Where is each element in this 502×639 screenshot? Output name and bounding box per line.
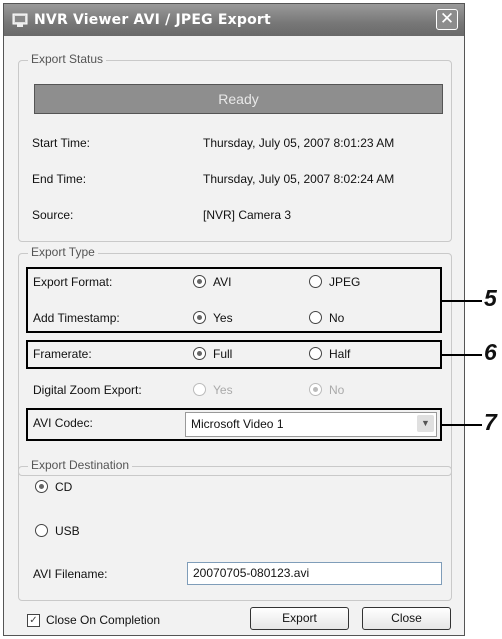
export-type-legend: Export Type — [28, 245, 98, 259]
export-format-label: Export Format: — [33, 275, 113, 289]
callout-line-5 — [440, 300, 482, 302]
end-time-label: End Time: — [32, 172, 87, 186]
avi-filename-label: AVI Filename: — [33, 567, 108, 581]
framerate-label: Framerate: — [33, 347, 92, 361]
framerate-half-label[interactable]: Half — [329, 347, 350, 361]
start-time-label: Start Time: — [32, 136, 91, 150]
zoom-yes-radio — [193, 383, 206, 396]
start-time-value: Thursday, July 05, 2007 8:01:23 AM — [203, 136, 395, 150]
status-bar: Ready — [34, 84, 443, 114]
format-jpeg-label[interactable]: JPEG — [329, 275, 360, 289]
avi-filename-input[interactable]: 20070705-080123.avi — [187, 562, 442, 585]
zoom-yes-label: Yes — [213, 383, 233, 397]
destination-usb-label[interactable]: USB — [55, 524, 80, 538]
timestamp-no-label[interactable]: No — [329, 311, 344, 325]
callout-number-5: 5 — [484, 285, 497, 311]
export-status-legend: Export Status — [28, 52, 107, 66]
timestamp-yes-radio[interactable] — [193, 311, 206, 324]
avi-codec-value: Microsoft Video 1 — [191, 417, 284, 431]
callout-line-6 — [440, 354, 482, 356]
framerate-full-label[interactable]: Full — [213, 347, 232, 361]
avi-codec-label: AVI Codec: — [33, 416, 93, 430]
app-icon — [12, 13, 28, 27]
window-title: NVR Viewer AVI / JPEG Export — [34, 12, 271, 28]
export-dialog: NVR Viewer AVI / JPEG Export ✕ Export St… — [3, 3, 465, 636]
export-button[interactable]: Export — [250, 607, 349, 630]
timestamp-yes-label[interactable]: Yes — [213, 311, 233, 325]
avi-codec-dropdown[interactable]: Microsoft Video 1 ▼ — [185, 412, 437, 437]
framerate-half-radio[interactable] — [309, 347, 322, 360]
destination-cd-label[interactable]: CD — [55, 480, 72, 494]
destination-cd-radio[interactable] — [35, 480, 48, 493]
title-bar[interactable]: NVR Viewer AVI / JPEG Export ✕ — [4, 4, 464, 36]
callout-number-6: 6 — [484, 339, 497, 365]
callout-line-7 — [440, 424, 482, 426]
timestamp-no-radio[interactable] — [309, 311, 322, 324]
close-button[interactable]: Close — [362, 607, 451, 630]
zoom-no-radio — [309, 383, 322, 396]
close-window-icon[interactable]: ✕ — [436, 9, 458, 30]
source-value: [NVR] Camera 3 — [203, 208, 292, 222]
close-on-completion-label[interactable]: Close On Completion — [46, 613, 160, 627]
callout-number-7: 7 — [484, 409, 497, 435]
zoom-no-label: No — [329, 383, 345, 397]
source-label: Source: — [32, 208, 74, 222]
end-time-value: Thursday, July 05, 2007 8:02:24 AM — [203, 172, 395, 186]
format-avi-radio[interactable] — [193, 275, 206, 288]
digital-zoom-label: Digital Zoom Export: — [33, 383, 142, 397]
avi-filename-value: 20070705-080123.avi — [193, 566, 310, 580]
format-avi-label[interactable]: AVI — [213, 275, 231, 289]
destination-usb-radio[interactable] — [35, 524, 48, 537]
chevron-down-icon[interactable]: ▼ — [417, 415, 434, 432]
close-on-completion-checkbox[interactable]: ✓ — [27, 614, 40, 627]
format-jpeg-radio[interactable] — [309, 275, 322, 288]
export-destination-legend: Export Destination — [28, 458, 133, 472]
add-timestamp-label: Add Timestamp: — [33, 311, 120, 325]
framerate-full-radio[interactable] — [193, 347, 206, 360]
